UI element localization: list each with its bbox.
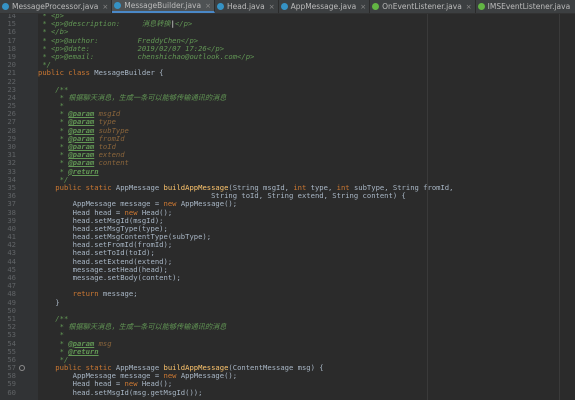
line-code: }: [38, 297, 60, 307]
editor-tab[interactable]: AppMessage.java ×: [279, 0, 371, 13]
code-token: (ContentMessage msg) {: [228, 363, 324, 373]
code-line: 49 }: [0, 297, 575, 307]
tab-label: AppMessage.java: [290, 2, 357, 11]
code-editor[interactable]: 14 * <p> 15 * <p>@description: 消息转换|</p> 1…: [0, 14, 575, 400]
line-code: * 根据聊天消息，生成一条可以能够传输通讯的消息: [38, 92, 227, 102]
code-token: MessageBuilder {: [94, 68, 164, 78]
tab-label: Head.java: [226, 2, 265, 11]
code-token: head.setMsgId(msg.getMsgId());: [38, 387, 203, 397]
tab-label: IMSEventListener.java: [487, 2, 571, 11]
code-token: message;: [102, 289, 138, 299]
code-token: public class: [38, 68, 95, 78]
code-token: msg: [98, 338, 112, 348]
code-token: AppMessage();: [180, 371, 238, 381]
interface-icon: [372, 3, 380, 10]
editor-tab[interactable]: MessageBuilder.java ×: [112, 0, 215, 13]
code-line: 21 public class MessageBuilder {: [0, 69, 575, 77]
tab-label: MessageBuilder.java: [124, 1, 202, 10]
code-token: </p>: [174, 19, 193, 29]
code-token: message.setBody(content);: [38, 273, 181, 282]
editor-tab[interactable]: IMSEventListener.java×: [476, 0, 575, 13]
tab-label: OnEventListener.java: [382, 2, 462, 11]
editor-tab[interactable]: OnEventListener.java ×: [370, 0, 476, 13]
code-token: }: [38, 297, 60, 307]
code-token: AppMessage();: [180, 199, 238, 209]
code-line: 52 * 根据聊天消息，生成一条可以能够传输通讯的消息: [0, 322, 575, 332]
tab-label: MessageProcessor.java: [12, 2, 99, 11]
close-tab-icon[interactable]: ×: [466, 3, 472, 11]
line-code: head.setMsgId(msg.getMsgId());: [38, 387, 203, 397]
line-code: * 根据聊天消息，生成一条可以能够传输通讯的消息: [38, 322, 227, 332]
code-line: 15 * <p>@description: 消息转换|</p>: [0, 19, 575, 29]
close-tab-icon[interactable]: ×: [360, 3, 366, 11]
editor-tab-bar: MessageProcessor.java × MessageBuilder.jav…: [0, 0, 575, 14]
interface-icon: [477, 3, 485, 10]
code-line: 50: [0, 306, 575, 315]
code-line: 48 return message;: [0, 290, 575, 298]
line-code: message.setBody(content);: [38, 273, 181, 282]
code-token: content: [98, 158, 129, 168]
code-line: 33 * @return: [0, 166, 575, 176]
code-token: * 根据聊天消息，生成一条可以能够传输通讯的消息: [38, 92, 227, 102]
code-line: 22: [0, 77, 575, 86]
class-icon: [2, 3, 9, 10]
close-tab-icon[interactable]: ×: [102, 3, 108, 11]
code-line: 19 * <p>@email: chenshichao@outlook.com<…: [0, 51, 575, 61]
line-code: public class MessageBuilder {: [38, 69, 164, 77]
close-tab-icon[interactable]: ×: [269, 3, 275, 11]
code-lines: 14 * <p> 15 * <p>@description: 消息转换|</p> 1…: [0, 14, 575, 397]
editor-tab[interactable]: MessageProcessor.java ×: [0, 0, 113, 13]
close-tab-icon[interactable]: ×: [205, 2, 211, 10]
class-icon: [114, 2, 122, 9]
code-token: * 根据聊天消息，生成一条可以能够传输通讯的消息: [38, 322, 227, 332]
code-line: 60 head.setMsgId(msg.getMsgId());: [0, 387, 575, 397]
code-line: 46 message.setBody(content);: [0, 273, 575, 282]
code-line: 24 * 根据聊天消息，生成一条可以能够传输通讯的消息: [0, 92, 575, 102]
code-line: 55 * @return: [0, 346, 575, 356]
line-number: 60: [7, 387, 16, 397]
editor-tab[interactable]: Head.java ×: [215, 0, 279, 13]
code-token: * <p>@email: chenshichao@outlook.com</p>: [38, 51, 255, 61]
code-token: @return: [68, 166, 99, 176]
code-token: @return: [68, 346, 99, 356]
class-icon: [216, 3, 224, 10]
line-code: * <p>@email: chenshichao@outlook.com</p>: [38, 51, 255, 61]
class-icon: [280, 3, 288, 10]
override-gutter-icon[interactable]: [19, 365, 25, 372]
